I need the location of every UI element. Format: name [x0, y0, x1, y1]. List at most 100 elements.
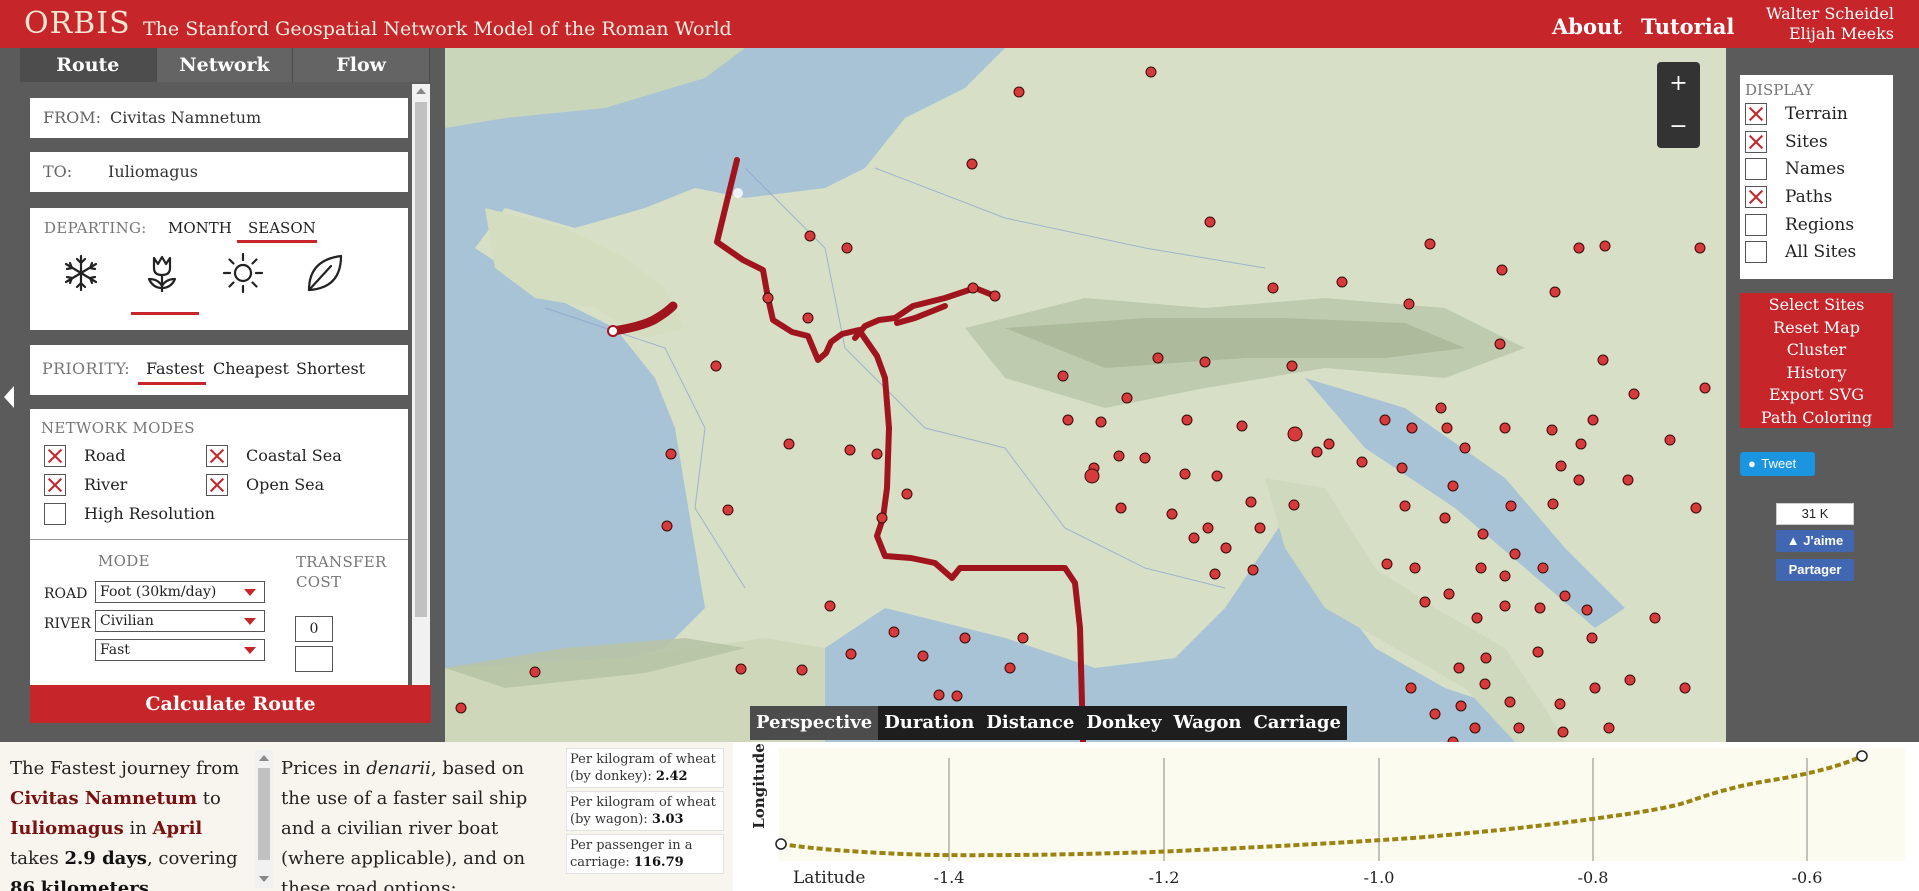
priority-fastest[interactable]: Fastest	[146, 359, 204, 378]
summary-text: The Fastest journey from	[10, 758, 240, 779]
names-label: Names	[1785, 159, 1845, 179]
about-link[interactable]: About	[1552, 14, 1622, 39]
tab-route[interactable]: Route	[20, 48, 157, 82]
tutorial-link[interactable]: Tutorial	[1641, 14, 1734, 39]
display-options: DISPLAY Terrain Sites Names Paths Region…	[1740, 75, 1893, 279]
facebook-share-button[interactable]: Partager	[1776, 559, 1854, 581]
cluster-button[interactable]: Cluster	[1740, 339, 1893, 362]
river-mode-select[interactable]: Civilian	[95, 610, 265, 632]
to-field[interactable]: TO: Iuliomagus	[30, 152, 408, 192]
terrain-checkbox[interactable]	[1745, 103, 1767, 125]
zoom-out-button[interactable]: −	[1657, 105, 1700, 148]
orbis-logo[interactable]: ORBIS	[24, 6, 131, 41]
tab-distance[interactable]: Distance	[980, 706, 1080, 740]
author-name[interactable]: Elijah Meeks	[1766, 24, 1894, 44]
scroll-up-icon[interactable]	[259, 755, 269, 761]
priority-shortest[interactable]: Shortest	[296, 359, 365, 378]
summary-text: in	[129, 818, 147, 839]
summary-text: to	[202, 788, 221, 809]
coastal-sea-checkbox[interactable]	[206, 445, 228, 467]
departing-season-option[interactable]: SEASON	[248, 219, 316, 237]
river-label: River	[84, 475, 128, 494]
regions-checkbox[interactable]	[1745, 214, 1767, 236]
map-view[interactable]	[445, 48, 1726, 742]
thumbs-up-icon: ▲	[1786, 533, 1800, 548]
author-name[interactable]: Walter Scheidel	[1766, 4, 1894, 24]
river-checkbox[interactable]	[44, 474, 66, 496]
all-sites-checkbox[interactable]	[1745, 241, 1767, 263]
tab-perspective[interactable]: Perspective	[750, 706, 879, 740]
to-value[interactable]: Iuliomagus	[108, 162, 198, 181]
departing-month-option[interactable]: MONTH	[168, 219, 232, 237]
form-scrollbar[interactable]	[412, 84, 430, 712]
fastest-underline	[138, 382, 206, 385]
path-coloring-button[interactable]: Path Coloring	[1740, 407, 1893, 430]
transfer-cost-input[interactable]: 0	[295, 616, 333, 642]
tab-network[interactable]: Network	[156, 48, 294, 82]
summary-scrollbar[interactable]	[255, 750, 273, 888]
from-field[interactable]: FROM: Civitas Namnetum	[30, 98, 408, 138]
tab-wagon[interactable]: Wagon	[1167, 706, 1247, 740]
tab-carriage[interactable]: Carriage	[1247, 706, 1347, 740]
results-area: The Fastest journey from Civitas Namnetu…	[0, 742, 1919, 891]
names-checkbox[interactable]	[1745, 158, 1767, 180]
history-button[interactable]: History	[1740, 362, 1893, 385]
route-form: FROM: Civitas Namnetum TO: Iuliomagus DE…	[20, 84, 430, 712]
coastal-sea-label: Coastal Sea	[246, 446, 342, 465]
scroll-thumb[interactable]	[415, 102, 427, 617]
cost-item: Per kilogram of wheat (by donkey): 2.42	[566, 748, 724, 788]
transfer-cost-input-2[interactable]	[295, 646, 333, 672]
facebook-like-button[interactable]: ▲ J'aime	[1776, 530, 1854, 552]
spring-icon[interactable]	[139, 250, 185, 296]
tab-flow[interactable]: Flow	[293, 48, 431, 82]
collapse-left-icon[interactable]	[4, 386, 14, 408]
tweet-button[interactable]: ● Tweet	[1740, 452, 1815, 476]
cost-item: Per passenger in a carriage: 116.79	[566, 834, 724, 874]
reset-map-button[interactable]: Reset Map	[1740, 317, 1893, 340]
cost-value: 116.79	[633, 855, 684, 870]
tab-duration[interactable]: Duration	[878, 706, 980, 740]
river-mode-value: Civilian	[100, 613, 154, 629]
from-value[interactable]: Civitas Namnetum	[110, 108, 261, 127]
tab-donkey[interactable]: Donkey	[1080, 706, 1167, 740]
mode-header: MODE	[98, 552, 150, 570]
zoom-in-button[interactable]: +	[1657, 62, 1700, 105]
profile-end-point	[1856, 750, 1868, 762]
priority-cheapest[interactable]: Cheapest	[213, 359, 289, 378]
road-mode-value: Foot (30km/day)	[100, 584, 217, 600]
summary-text: kilometers.	[40, 878, 156, 891]
open-sea-label: Open Sea	[246, 475, 325, 494]
speed-select[interactable]: Fast	[95, 639, 265, 661]
summary-text: takes	[10, 848, 59, 869]
priority-section: PRIORITY: Fastest Cheapest Shortest	[30, 345, 408, 395]
scroll-thumb[interactable]	[258, 768, 270, 860]
map-actions: Select Sites Reset Map Cluster History E…	[1740, 293, 1893, 428]
calculate-route-button[interactable]: Calculate Route	[30, 685, 431, 723]
summer-icon[interactable]	[220, 250, 266, 296]
paths-checkbox[interactable]	[1745, 186, 1767, 208]
sites-checkbox[interactable]	[1745, 131, 1767, 153]
display-panel: DISPLAY Terrain Sites Names Paths Region…	[1726, 48, 1919, 742]
high-resolution-checkbox[interactable]	[44, 503, 66, 525]
summary-text: , covering	[146, 848, 238, 869]
scroll-up-icon[interactable]	[416, 88, 426, 94]
scroll-down-icon[interactable]	[259, 876, 269, 882]
select-sites-button[interactable]: Select Sites	[1740, 294, 1893, 317]
road-row-label: ROAD	[44, 586, 88, 602]
twitter-bird-icon: ●	[1748, 456, 1756, 471]
road-checkbox[interactable]	[44, 445, 66, 467]
profile-chart: Longitude Latitude -1.4 -1.2 -1.0 -0.8 -…	[750, 743, 1905, 888]
spring-underline	[131, 312, 199, 315]
panel-tabs: Route Network Flow	[20, 48, 431, 82]
chevron-down-icon	[244, 589, 256, 596]
open-sea-checkbox[interactable]	[206, 474, 228, 496]
map-canvas[interactable]	[445, 48, 1726, 742]
autumn-icon[interactable]	[301, 250, 347, 296]
summary-destination: Iuliomagus	[10, 818, 124, 839]
from-label: FROM:	[43, 108, 102, 127]
road-mode-select[interactable]: Foot (30km/day)	[95, 581, 265, 603]
display-title: DISPLAY	[1745, 81, 1814, 99]
profile-y-label: Longitude	[750, 743, 768, 829]
winter-icon[interactable]	[58, 250, 104, 296]
export-svg-button[interactable]: Export SVG	[1740, 384, 1893, 407]
